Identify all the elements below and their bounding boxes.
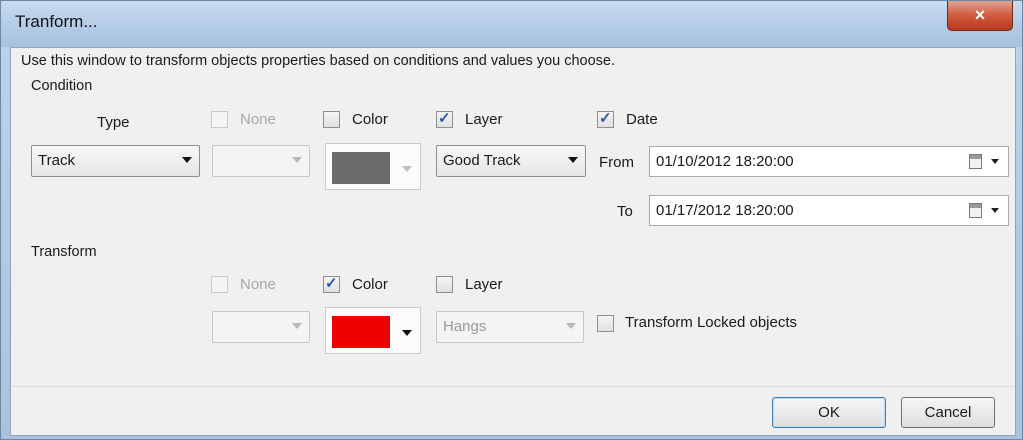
condition-color-swatch bbox=[332, 152, 390, 184]
date-to-picker[interactable]: 01/17/2012 18:20:00 bbox=[649, 195, 1009, 226]
transform-color-swatch bbox=[332, 316, 390, 348]
cancel-button[interactable]: Cancel bbox=[901, 397, 995, 428]
transform-none-checkbox[interactable] bbox=[211, 276, 228, 293]
transform-layer-label: Layer bbox=[465, 276, 503, 293]
calendar-icon bbox=[969, 154, 982, 169]
condition-date-checkbox[interactable]: ✓ bbox=[597, 110, 614, 128]
transform-color-checkbox[interactable]: ✓ bbox=[323, 275, 340, 293]
calendar-icon bbox=[969, 203, 982, 218]
condition-color-picker[interactable] bbox=[325, 143, 421, 190]
date-from-label: From bbox=[599, 154, 634, 171]
transform-layer-value: Hangs bbox=[443, 318, 487, 335]
date-to-value: 01/17/2012 18:20:00 bbox=[656, 202, 794, 219]
transform-locked-label: Transform Locked objects bbox=[625, 314, 798, 331]
transform-layer-checkbox[interactable] bbox=[436, 276, 453, 293]
condition-layer-checkbox[interactable]: ✓ bbox=[436, 110, 453, 128]
transform-layer-dropdown[interactable]: Hangs bbox=[436, 311, 584, 343]
transform-color-label: Color bbox=[352, 276, 388, 293]
chevron-down-icon bbox=[991, 208, 999, 213]
type-label: Type bbox=[97, 114, 130, 131]
date-to-label: To bbox=[617, 203, 633, 220]
type-dropdown-value: Track bbox=[38, 152, 75, 169]
chevron-down-icon bbox=[182, 157, 192, 163]
chevron-down-icon bbox=[566, 323, 576, 329]
condition-layer-dropdown[interactable]: Good Track bbox=[436, 145, 586, 177]
condition-color-checkbox[interactable] bbox=[323, 111, 340, 128]
transform-locked-checkbox[interactable] bbox=[597, 315, 614, 332]
condition-none-label: None bbox=[240, 111, 276, 128]
condition-color-label: Color bbox=[352, 111, 388, 128]
transform-dialog: Tranform... × Use this window to transfo… bbox=[0, 0, 1023, 440]
check-icon: ✓ bbox=[599, 110, 612, 127]
date-from-value: 01/10/2012 18:20:00 bbox=[656, 153, 794, 170]
check-icon: ✓ bbox=[438, 110, 451, 127]
description-text: Use this window to transform objects pro… bbox=[21, 53, 616, 69]
transform-none-dropdown[interactable] bbox=[212, 311, 310, 343]
transform-group-label: Transform bbox=[31, 244, 97, 260]
close-icon: × bbox=[974, 5, 986, 25]
chevron-down-icon bbox=[292, 323, 302, 329]
dialog-body: Use this window to transform objects pro… bbox=[10, 47, 1016, 436]
check-icon: ✓ bbox=[325, 275, 338, 292]
transform-color-picker[interactable] bbox=[325, 307, 421, 354]
condition-layer-value: Good Track bbox=[443, 152, 521, 169]
window-title: Tranform... bbox=[15, 12, 98, 31]
dialog-footer: OK Cancel bbox=[11, 386, 1015, 435]
chevron-down-icon bbox=[292, 157, 302, 163]
ok-button[interactable]: OK bbox=[772, 397, 886, 428]
condition-date-label: Date bbox=[626, 111, 658, 128]
close-button[interactable]: × bbox=[947, 1, 1013, 31]
condition-none-dropdown[interactable] bbox=[212, 145, 310, 177]
type-dropdown[interactable]: Track bbox=[31, 145, 200, 177]
transform-none-label: None bbox=[240, 276, 276, 293]
title-bar[interactable]: Tranform... × bbox=[1, 1, 1022, 47]
condition-group-label: Condition bbox=[31, 78, 93, 94]
chevron-down-icon bbox=[402, 166, 412, 172]
condition-none-checkbox[interactable] bbox=[211, 111, 228, 128]
chevron-down-icon bbox=[991, 159, 999, 164]
chevron-down-icon bbox=[568, 157, 578, 163]
date-from-picker[interactable]: 01/10/2012 18:20:00 bbox=[649, 146, 1009, 177]
chevron-down-icon bbox=[402, 330, 412, 336]
condition-layer-label: Layer bbox=[465, 111, 503, 128]
